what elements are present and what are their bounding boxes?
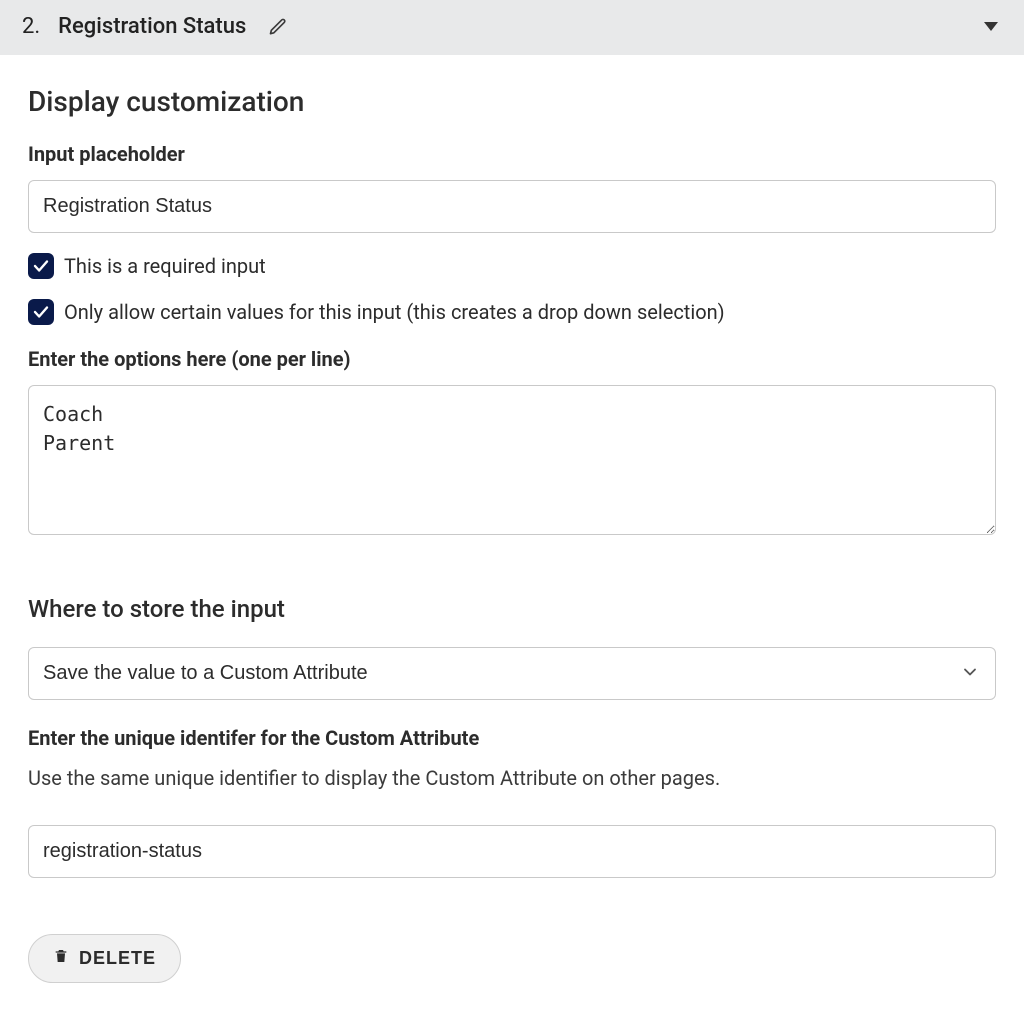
delete-button[interactable]: DELETE bbox=[28, 934, 181, 983]
allow-values-label: Only allow certain values for this input… bbox=[64, 300, 725, 324]
placeholder-input[interactable] bbox=[28, 180, 996, 233]
storage-select[interactable] bbox=[28, 647, 996, 700]
storage-title: Where to store the input bbox=[28, 595, 996, 623]
collapse-chevron-icon[interactable] bbox=[984, 22, 998, 31]
identifier-input[interactable] bbox=[28, 825, 996, 878]
edit-icon[interactable] bbox=[268, 17, 288, 37]
step-number: 2. bbox=[22, 14, 40, 39]
storage-select-wrap bbox=[28, 647, 996, 700]
step-header[interactable]: 2. Registration Status bbox=[0, 0, 1024, 55]
options-label: Enter the options here (one per line) bbox=[28, 347, 996, 371]
options-textarea[interactable] bbox=[28, 385, 996, 535]
placeholder-label: Input placeholder bbox=[28, 142, 996, 166]
step-content: Display customization Input placeholder … bbox=[0, 55, 1024, 1011]
display-customization-title: Display customization bbox=[28, 85, 996, 118]
step-header-left: 2. Registration Status bbox=[22, 14, 288, 39]
allow-values-checkbox[interactable] bbox=[28, 299, 54, 325]
required-row: This is a required input bbox=[28, 253, 996, 279]
step-title: Registration Status bbox=[58, 14, 246, 39]
identifier-label: Enter the unique identifer for the Custo… bbox=[28, 726, 996, 750]
required-checkbox[interactable] bbox=[28, 253, 54, 279]
delete-label: DELETE bbox=[79, 948, 156, 969]
required-label: This is a required input bbox=[64, 254, 266, 278]
allow-values-row: Only allow certain values for this input… bbox=[28, 299, 996, 325]
identifier-help: Use the same unique identifier to displa… bbox=[28, 764, 996, 793]
trash-icon bbox=[53, 947, 69, 970]
